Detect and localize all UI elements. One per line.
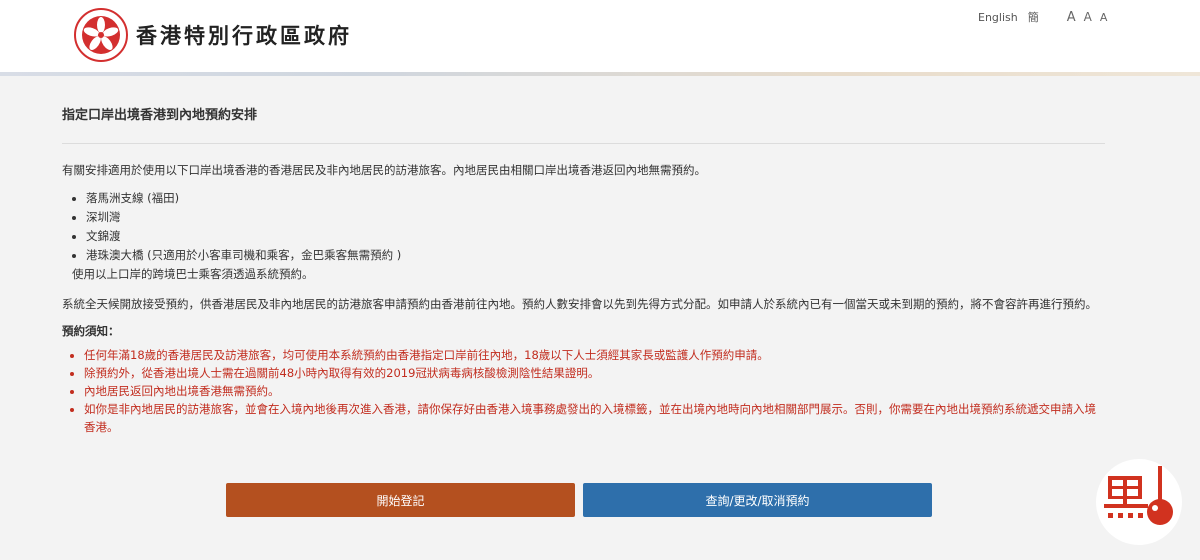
list-item: 深圳灣 [86, 208, 1105, 227]
start-registration-button[interactable]: 開始登記 [226, 483, 575, 517]
notice-heading: 預約須知： [62, 324, 120, 338]
font-size-controls: A A A [1067, 10, 1116, 25]
title-divider [62, 143, 1105, 144]
page-title: 指定口岸出境香港到內地預約安排 [62, 108, 258, 123]
list-item: 如你是非內地居民的訪港旅客，並會在入境內地後再次進入香港，請你保存好由香港入境事… [84, 400, 1105, 436]
list-item: 文錦渡 [86, 227, 1105, 246]
intro-text: 有關安排適用於使用以下口岸出境香港的香港居民及非內地居民的訪港旅客。內地居民由相… [62, 163, 706, 177]
header-divider [0, 72, 1200, 76]
site-header: 香港特別行政區政府 English 簡 A A A [0, 0, 1200, 72]
lang-english-link[interactable]: English [978, 11, 1018, 24]
query-modify-cancel-button[interactable]: 查詢/更改/取消預約 [583, 483, 932, 517]
list-item: 除預約外，從香港出境人士需在過關前48小時內取得有效的2019冠狀病毒病核酸檢測… [84, 364, 1105, 382]
hksar-emblem-icon[interactable] [74, 8, 128, 62]
list-item: 內地居民返回內地出境香港無需預約。 [84, 382, 1105, 400]
font-size-medium[interactable]: A [1084, 10, 1092, 24]
notice-list: 任何年滿18歲的香港居民及訪港旅客，均可使用本系統預約由香港指定口岸前往內地，1… [62, 346, 1105, 436]
list-item: 落馬洲支線 (福田) [86, 189, 1105, 208]
site-title: 香港特別行政區政府 [136, 24, 352, 48]
lang-simplified-link[interactable]: 簡 [1028, 9, 1039, 25]
list-item: 任何年滿18歲的香港居民及訪港旅客，均可使用本系統預約由香港指定口岸前往內地，1… [84, 346, 1105, 364]
port-list: 落馬洲支線 (福田) 深圳灣 文錦渡 港珠澳大橋 (只適用於小客車司機和乘客，金… [62, 189, 1105, 265]
main-content: 指定口岸出境香港到內地預約安排 有關安排適用於使用以下口岸出境香港的香港居民及非… [62, 104, 1105, 436]
system-text: 系統全天候開放接受預約，供香港居民及非內地居民的訪港旅客申請預約由香港前往內地。… [62, 297, 1097, 311]
font-size-large[interactable]: A [1067, 10, 1076, 25]
ports-note: 使用以上口岸的跨境巴士乘客須透過系統預約。 [72, 267, 314, 281]
font-size-small[interactable]: A [1100, 11, 1108, 24]
mascot-icon[interactable] [1094, 458, 1184, 546]
language-bar: English 簡 A A A [978, 9, 1115, 25]
list-item: 港珠澳大橋 (只適用於小客車司機和乘客，金巴乘客無需預約 ) [86, 246, 1105, 265]
